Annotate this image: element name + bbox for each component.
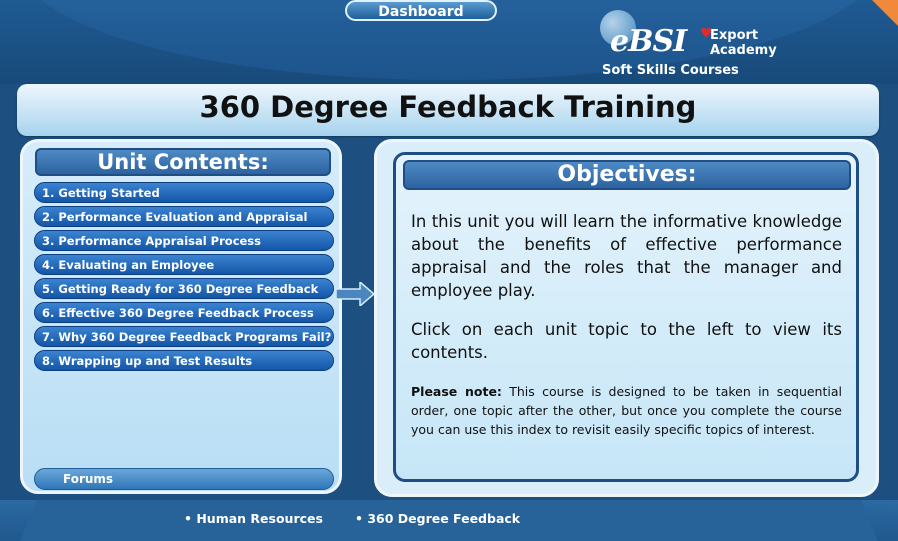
logo-mark: eBSI xyxy=(610,24,687,59)
unit-item-wrapping-up[interactable]: 8. Wrapping up and Test Results xyxy=(34,350,334,371)
objectives-paragraph-1: In this unit you will learn the informat… xyxy=(411,212,842,300)
unit-item-evaluating-employee[interactable]: 4. Evaluating an Employee xyxy=(34,254,334,275)
logo-name-line2: Academy xyxy=(710,43,777,58)
arrow-right-icon xyxy=(336,282,376,306)
logo-name-line1: Export xyxy=(710,28,759,43)
unit-menu: 1. Getting Started 2. Performance Evalua… xyxy=(34,182,334,374)
logo: eBSI ♥ Export Academy Soft Skills Course… xyxy=(600,8,777,80)
forums-button[interactable]: Forums xyxy=(34,468,334,490)
dashboard-button[interactable]: Dashboard xyxy=(345,0,497,21)
unit-item-getting-started[interactable]: 1. Getting Started xyxy=(34,182,334,203)
footer: • Human Resources • 360 Degree Feedback xyxy=(0,500,898,541)
unit-contents-panel: Unit Contents: 1. Getting Started 2. Per… xyxy=(20,139,342,494)
unit-item-appraisal-process[interactable]: 3. Performance Appraisal Process xyxy=(34,230,334,251)
breadcrumb-360-feedback[interactable]: • 360 Degree Feedback xyxy=(355,511,520,526)
unit-item-effective-process[interactable]: 6. Effective 360 Degree Feedback Process xyxy=(34,302,334,323)
unit-item-programs-fail[interactable]: 7. Why 360 Degree Feedback Programs Fail… xyxy=(34,326,334,347)
note-label: Please note: xyxy=(411,384,502,399)
unit-item-getting-ready[interactable]: 5. Getting Ready for 360 Degree Feedback xyxy=(34,278,334,299)
corner-tab xyxy=(872,0,898,26)
unit-contents-heading: Unit Contents: xyxy=(35,148,331,176)
objectives-panel: Objectives: In this unit you will learn … xyxy=(374,139,879,497)
breadcrumb-human-resources[interactable]: • Human Resources xyxy=(184,511,323,526)
title-bar: 360 Degree Feedback Training xyxy=(17,84,879,136)
objectives-heading: Objectives: xyxy=(403,160,851,190)
course-note: Please note: This course is designed to … xyxy=(411,382,842,439)
logo-subtitle: Soft Skills Courses xyxy=(602,63,739,78)
page-title: 360 Degree Feedback Training xyxy=(199,90,697,124)
objectives-card: Objectives: In this unit you will learn … xyxy=(393,152,859,482)
objectives-paragraph-2: Click on each unit topic to the left to … xyxy=(411,320,842,362)
unit-item-performance-evaluation[interactable]: 2. Performance Evaluation and Appraisal xyxy=(34,206,334,227)
